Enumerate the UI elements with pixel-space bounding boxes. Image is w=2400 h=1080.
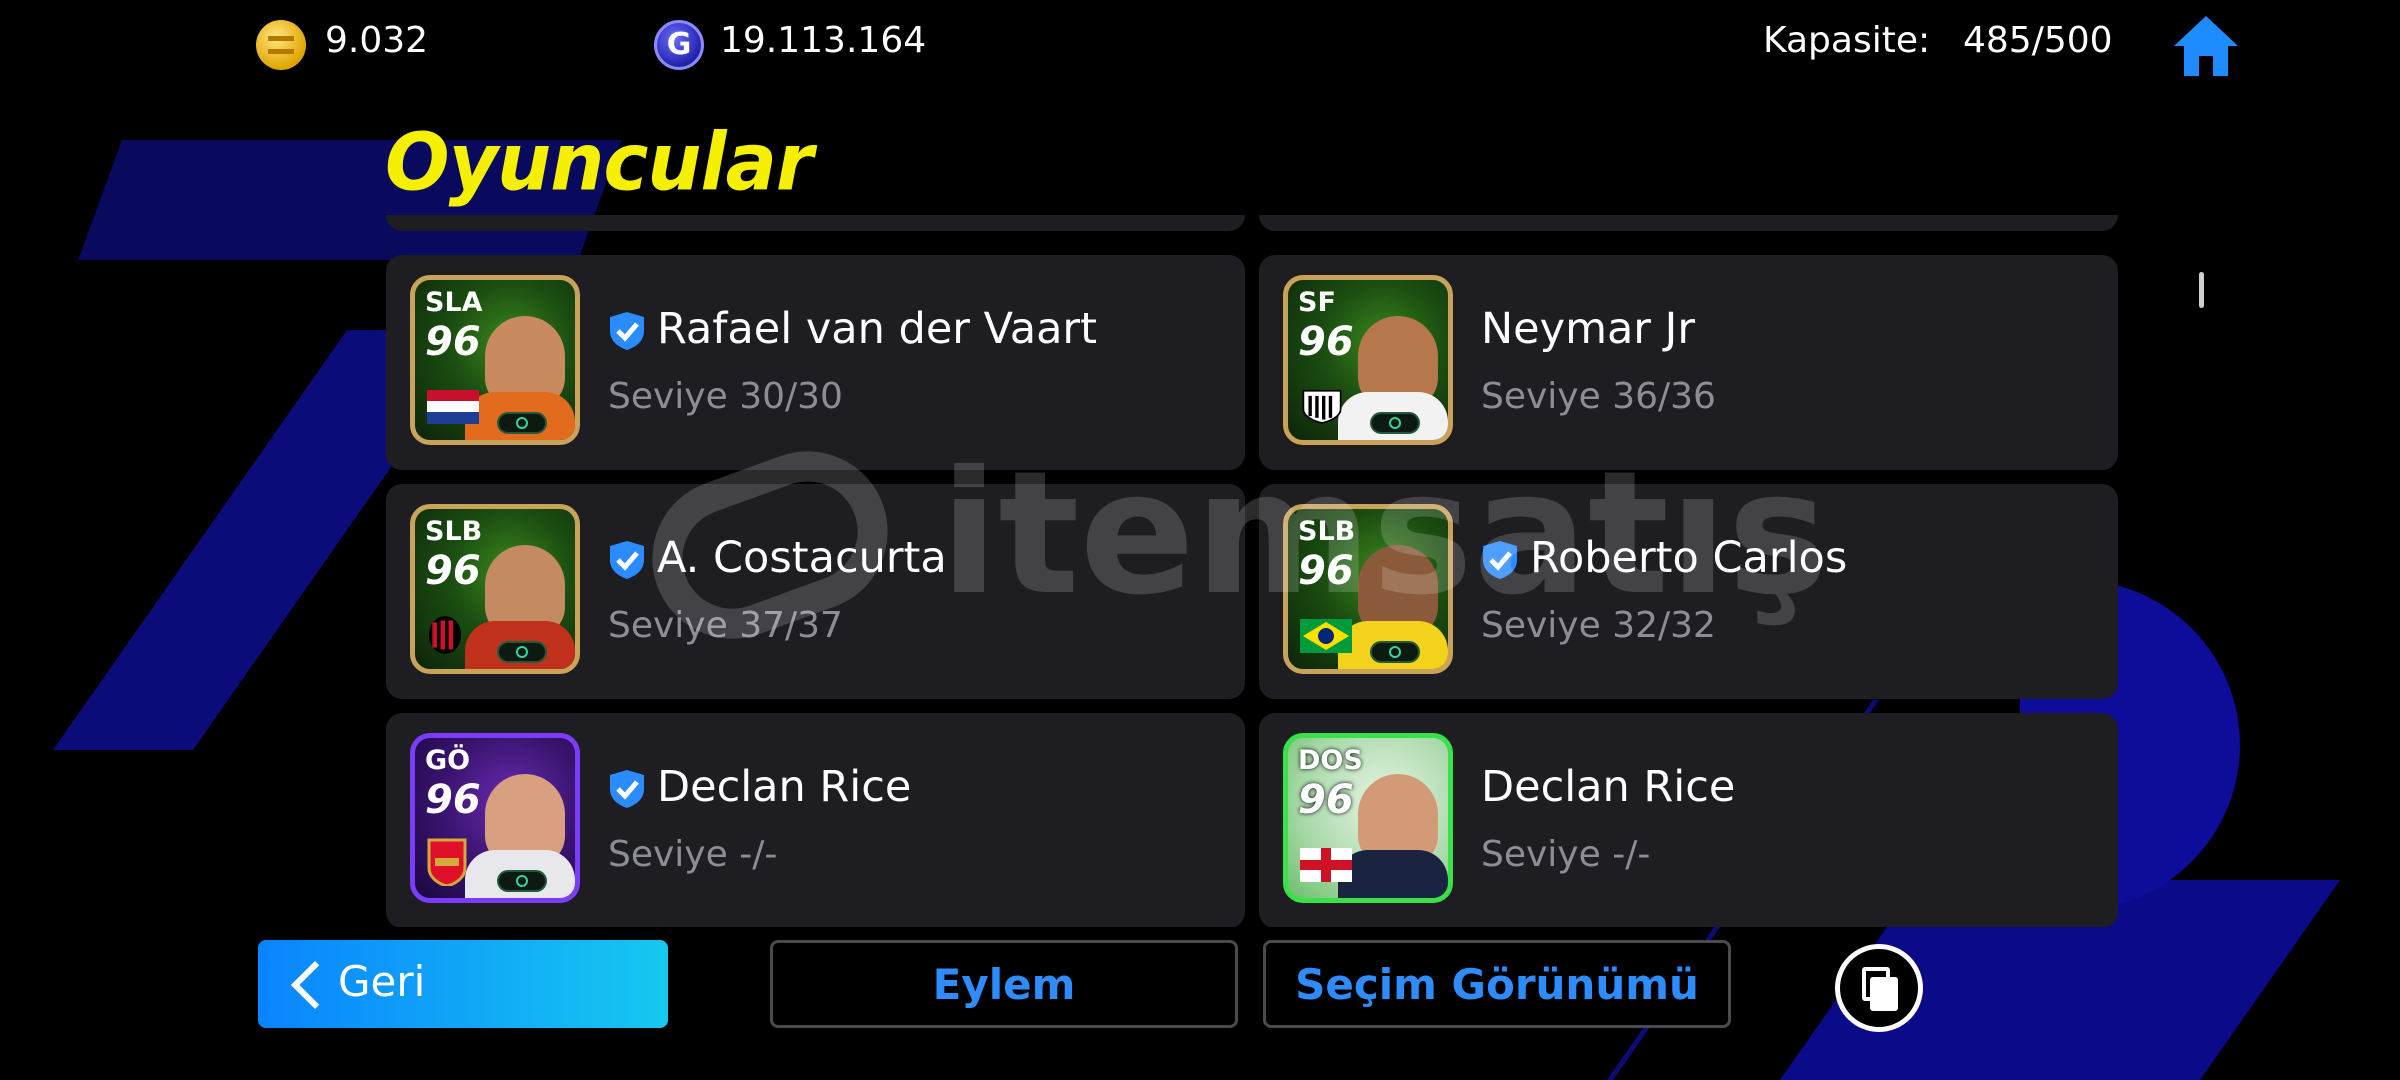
player-level: Seviye -/- [1481, 834, 1651, 875]
player-card[interactable]: GÖ 96 Declan Rice Seviye -/- [386, 713, 1245, 927]
player-name: Rafael van der Vaart [657, 304, 1097, 354]
efootball-badge-icon [1370, 641, 1420, 663]
gold-coin-icon [256, 20, 306, 70]
player-avatar: GÖ 96 [410, 733, 580, 903]
player-position: SLB [1298, 516, 1356, 547]
player-shirt [1338, 850, 1448, 898]
player-level: Seviye 30/30 [608, 376, 843, 417]
efootball-badge-icon [497, 641, 547, 663]
g-balance: 19.113.164 [720, 20, 927, 61]
player-avatar: SLA 96 [410, 275, 580, 445]
player-card[interactable]: SLA 96 Rafael van der Vaart Seviye 30/30 [386, 255, 1245, 470]
copy-icon[interactable] [1835, 944, 1923, 1032]
player-card[interactable]: SLB 96 A. Costacurta Seviye 37/37 [386, 484, 1245, 699]
action-button[interactable]: Eylem [770, 940, 1238, 1028]
player-card[interactable]: SLB 96 Roberto Carlos Seviye 32/32 [1259, 484, 2118, 699]
player-position: DOS [1298, 745, 1363, 776]
player-rating: 96 [425, 777, 481, 823]
player-rating: 96 [1298, 548, 1354, 594]
g-coin-letter: G [666, 27, 692, 62]
player-rating: 96 [425, 548, 481, 594]
player-position: SF [1298, 287, 1336, 318]
top-status-bar: 9.032 G 19.113.164 Kapasite: 485/500 [0, 0, 2400, 90]
player-name: Roberto Carlos [1530, 533, 1848, 583]
england-flag-icon [1300, 848, 1352, 882]
list-item-partial[interactable] [1259, 215, 2118, 231]
player-name: Declan Rice [1481, 762, 1736, 812]
verified-check-icon [1483, 541, 1517, 579]
milan-crest-icon [428, 616, 462, 654]
capacity-value: 485/500 [1963, 20, 2113, 61]
gp-balance: 9.032 [325, 20, 429, 61]
player-name: Neymar Jr [1481, 304, 1696, 354]
efootball-badge-icon [497, 870, 547, 892]
player-avatar: SF 96 [1283, 275, 1453, 445]
efootball-badge-icon [1370, 412, 1420, 434]
back-button-label: Geri [338, 957, 426, 1006]
player-level: Seviye -/- [608, 834, 778, 875]
player-position: SLA [425, 287, 483, 318]
player-list[interactable]: SLA 96 Rafael van der Vaart Seviye 30/30… [386, 215, 2119, 927]
back-button[interactable]: Geri [258, 940, 668, 1028]
player-rating: 96 [1298, 777, 1354, 823]
player-card[interactable]: SF 96 Neymar Jr Seviye 36/36 [1259, 255, 2118, 470]
player-position: SLB [425, 516, 483, 547]
list-item-partial[interactable] [386, 215, 1245, 231]
home-icon[interactable] [2172, 14, 2240, 78]
player-avatar: SLB 96 [410, 504, 580, 674]
verified-check-icon [610, 541, 644, 579]
player-avatar: DOS 96 [1283, 733, 1453, 903]
player-rating: 96 [425, 319, 481, 365]
g-coin-icon: G [654, 20, 704, 70]
player-avatar: SLB 96 [1283, 504, 1453, 674]
netherlands-flag-icon [427, 390, 479, 424]
page-title: Oyuncular [385, 114, 813, 209]
player-level: Seviye 36/36 [1481, 376, 1716, 417]
arsenal-crest-icon [427, 838, 467, 886]
efootball-badge-icon [497, 412, 547, 434]
chevron-left-icon [290, 960, 340, 1010]
player-level: Seviye 32/32 [1481, 605, 1716, 646]
player-level: Seviye 37/37 [608, 605, 843, 646]
player-name: Declan Rice [657, 762, 912, 812]
copy-icon-front [1870, 977, 1898, 1011]
scrollbar[interactable] [2199, 272, 2204, 308]
verified-check-icon [610, 770, 644, 808]
player-position: GÖ [425, 745, 471, 776]
brazil-flag-icon [1300, 619, 1352, 653]
verified-check-icon [610, 312, 644, 350]
player-card[interactable]: DOS 96 Declan Rice Seviye -/- [1259, 713, 2118, 927]
player-rating: 96 [1298, 319, 1354, 365]
selection-view-button[interactable]: Seçim Görünümü [1263, 940, 1731, 1028]
capacity-label: Kapasite: [1763, 20, 1931, 61]
santos-crest-icon [1302, 389, 1342, 424]
player-name: A. Costacurta [657, 533, 947, 583]
